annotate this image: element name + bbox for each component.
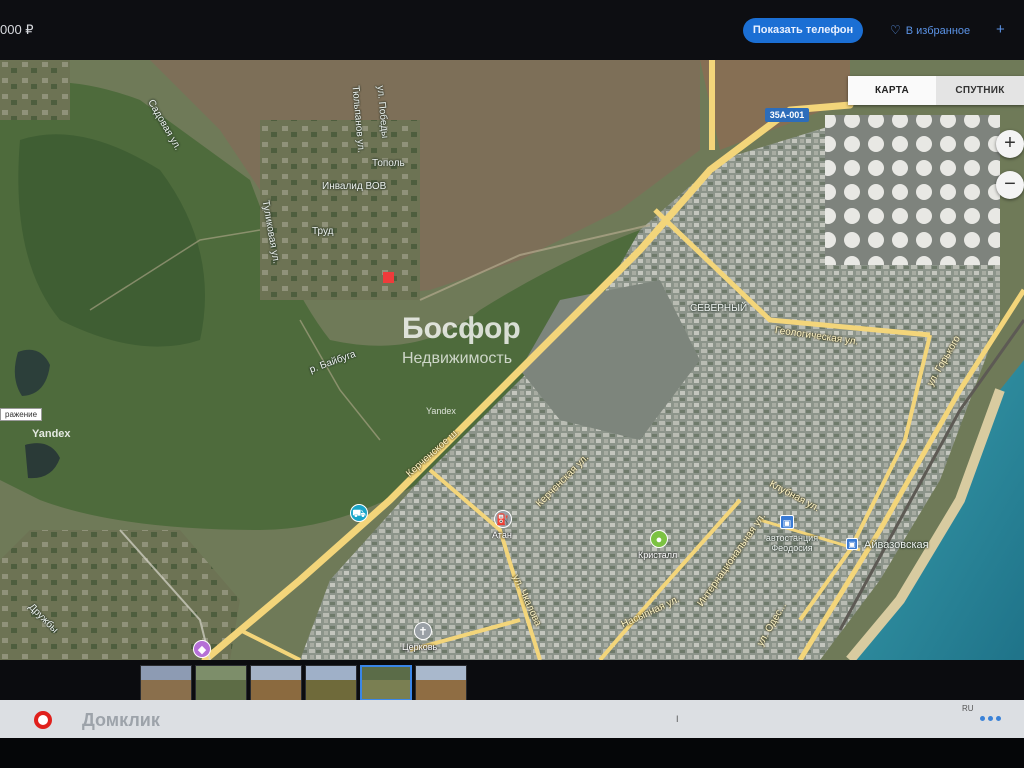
label-avtostantsiya: автостанция Феодосия bbox=[765, 533, 819, 553]
terrain-tooltip: ражение bbox=[0, 408, 43, 421]
tray-icon[interactable] bbox=[988, 716, 993, 721]
system-tray-icons[interactable] bbox=[980, 708, 1020, 721]
thumb-ground bbox=[141, 680, 191, 700]
church-label: Церковь bbox=[402, 642, 438, 652]
kristall-label: Кристалл bbox=[638, 550, 678, 560]
thumb-sky bbox=[416, 666, 466, 681]
monitor-bezel bbox=[0, 738, 1024, 768]
thumb-ground bbox=[306, 680, 356, 700]
plus-icon: + bbox=[996, 21, 1005, 38]
thumb-ground bbox=[251, 680, 301, 700]
map-type-switcher: КАРТА СПУТНИК bbox=[848, 76, 1024, 105]
label-invalid-vov: Инвалид ВОВ bbox=[322, 181, 387, 192]
listing-header: 000 ₽ Показать телефон ♡ В избранное + bbox=[0, 0, 1024, 60]
text-cursor-mark: I bbox=[676, 714, 679, 724]
photo-thumbnail-active[interactable] bbox=[360, 665, 412, 701]
thumb-ground bbox=[416, 680, 466, 700]
thumb-sky bbox=[141, 666, 191, 681]
price-text: 000 ₽ bbox=[0, 22, 34, 37]
photo-thumbnail[interactable] bbox=[415, 665, 467, 701]
tab-satellite[interactable]: СПУТНИК bbox=[936, 76, 1024, 105]
label-trud: Труд bbox=[312, 226, 334, 237]
photo-thumbnail[interactable] bbox=[140, 665, 192, 701]
tab-map[interactable]: КАРТА bbox=[848, 76, 936, 105]
thumb-ground bbox=[362, 680, 410, 699]
thumb-sky bbox=[251, 666, 301, 681]
keyboard-language[interactable]: RU bbox=[962, 704, 974, 713]
screen: 000 ₽ Показать телефон ♡ В избранное + С… bbox=[0, 0, 1024, 768]
add-to-favorites-button[interactable]: ♡ В избранное bbox=[890, 23, 970, 37]
watermark-title: Босфор bbox=[402, 312, 521, 345]
browser-taskbar: Домклик I RU bbox=[0, 700, 1024, 738]
label-topol: Тополь bbox=[372, 158, 405, 169]
photo-thumbnail[interactable] bbox=[305, 665, 357, 701]
watermark-subtitle: Недвижимость bbox=[402, 350, 513, 367]
label-severny: СЕВЕРНЫЙ bbox=[690, 303, 748, 314]
shop-poi-icon[interactable]: ⛟ bbox=[350, 504, 368, 522]
zoom-in-button[interactable]: + bbox=[996, 130, 1024, 158]
thumb-sky bbox=[362, 667, 410, 681]
plot-location-marker[interactable] bbox=[383, 272, 394, 283]
place-poi-icon[interactable]: ◆ bbox=[193, 640, 211, 658]
show-phone-button[interactable]: Показать телефон bbox=[743, 18, 863, 43]
favorites-label: В избранное bbox=[905, 25, 971, 37]
photo-thumbnail[interactable] bbox=[250, 665, 302, 701]
thumb-sky bbox=[196, 666, 246, 681]
opera-browser-icon[interactable] bbox=[34, 711, 52, 729]
railway-station-poi-icon[interactable]: ▣ bbox=[846, 538, 858, 550]
label-aivazovskaya: Айвазовская bbox=[864, 539, 929, 551]
road-number-shield: 35А-001 bbox=[765, 108, 809, 122]
bus-station-poi-icon[interactable]: ▣ bbox=[780, 515, 794, 529]
atan-poi-icon[interactable]: ⛽ bbox=[494, 510, 512, 528]
tray-icon[interactable] bbox=[980, 716, 985, 721]
yandex-logo: Yandex bbox=[32, 428, 71, 440]
thumb-ground bbox=[196, 680, 246, 700]
satellite-map[interactable]: Садовая ул. Тюльпанов ул. ул. Победы Топ… bbox=[0, 60, 1024, 660]
heart-icon: ♡ bbox=[890, 23, 901, 37]
yandex-small-logo: Yandex bbox=[426, 406, 456, 416]
tray-icon[interactable] bbox=[996, 716, 1001, 721]
add-button[interactable]: + bbox=[996, 21, 1005, 38]
zoom-out-button[interactable]: − bbox=[996, 171, 1024, 199]
church-poi-icon[interactable]: ✝ bbox=[414, 622, 432, 640]
domclick-watermark: Домклик bbox=[82, 710, 160, 730]
photo-thumbnail[interactable] bbox=[195, 665, 247, 701]
kristall-poi-icon[interactable]: ● bbox=[650, 530, 668, 548]
atan-label: Атан bbox=[492, 530, 512, 540]
thumb-sky bbox=[306, 666, 356, 681]
